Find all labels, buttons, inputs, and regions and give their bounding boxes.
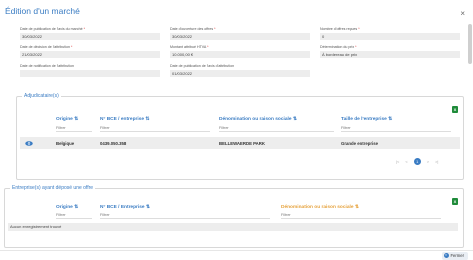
entreprises-section: Entreprise(s) ayant déposé une offre X O… (4, 185, 464, 248)
filter-input-taille[interactable]: Filtrer (341, 125, 451, 132)
field-date-publication-avis: Date de publication de l'avis du marché … (20, 27, 160, 40)
field-label: Date de décision de l'attribution (20, 45, 71, 49)
close-button[interactable]: × Fermer (441, 252, 468, 260)
date-publication-avis-input[interactable]: 30/03/2022 (20, 33, 160, 40)
close-icon[interactable]: × (460, 9, 465, 18)
date-publication-attribution-input[interactable]: 01/03/2022 (170, 70, 310, 77)
pagination: |< <1 > >| (393, 158, 441, 165)
prev-page-button[interactable]: < (405, 159, 407, 164)
close-button-label: Fermer (450, 253, 465, 258)
section-title: Entreprise(s) ayant déposé une offre (10, 185, 96, 191)
filter-input-denomination[interactable]: Filtrer (281, 212, 441, 219)
section-title: Adjudicataire(s) (22, 93, 61, 99)
cell-taille: Grande entreprise (341, 141, 379, 146)
modal-body[interactable]: Date de publication de l'avis du marché … (0, 22, 470, 250)
divider (0, 250, 473, 251)
field-determination-prix: Détermination du prix * À bordereau de p… (320, 45, 460, 58)
field-label: Date de publication de l'avis d'attribut… (170, 64, 235, 68)
scrollbar[interactable] (468, 24, 472, 64)
column-header-denomination[interactable]: Dénomination ou raison sociale ⇅ (281, 205, 359, 210)
field-montant-attribue: Montant attribué HTVA * 10.000,00 € (170, 45, 310, 58)
field-label: Nombre d'offres reçues (320, 27, 358, 31)
required-marker: * (207, 45, 209, 49)
field-date-ouverture: Date d'ouverture des offres * 30/03/2022 (170, 27, 310, 40)
cell-denomination: BELLEWAERDE PARK (219, 141, 265, 146)
field-nombre-offres: Nombre d'offres reçues * 0 (320, 27, 460, 40)
date-notification-input[interactable] (20, 70, 160, 77)
date-ouverture-input[interactable]: 30/03/2022 (170, 33, 310, 40)
filter-input-origine[interactable]: Filtrer (56, 212, 92, 219)
required-marker: * (71, 45, 73, 49)
column-header-taille[interactable]: Taille de l'entreprise ⇅ (341, 117, 392, 122)
eye-icon[interactable] (25, 140, 33, 146)
filter-input-origine[interactable]: Filtrer (56, 125, 92, 132)
empty-message: Aucun enregistrement trouvé (8, 223, 458, 231)
required-marker: * (83, 27, 86, 31)
column-header-denomination[interactable]: Dénomination ou raison sociale ⇅ (219, 117, 297, 122)
field-label: Montant attribué HTVA (170, 45, 207, 49)
required-marker: * (355, 45, 357, 49)
field-date-notification: Date de notification de l'attribution (20, 64, 160, 77)
column-header-bce[interactable]: N° BCE / entreprise ⇅ (100, 117, 149, 122)
field-label: Date d'ouverture des offres (170, 27, 214, 31)
field-label: Date de publication de l'avis du marché (20, 27, 83, 31)
field-date-publication-attribution: Date de publication de l'avis d'attribut… (170, 64, 310, 77)
first-page-button[interactable]: |< (396, 159, 399, 164)
required-marker: * (358, 27, 360, 31)
column-header-origine[interactable]: Origine ⇅ (56, 205, 78, 210)
cell-origine: Belgique (56, 141, 75, 146)
adjudicataires-section: Adjudicataire(s) X Origine ⇅ N° BCE / en… (16, 93, 464, 180)
field-date-decision: Date de décision de l'attribution * 21/0… (20, 45, 160, 58)
last-page-button[interactable]: >| (435, 159, 438, 164)
filter-input-bce[interactable]: Filtrer (100, 212, 270, 219)
filter-input-denomination[interactable]: Filtrer (219, 125, 334, 132)
determination-prix-select[interactable]: À bordereau de prix (320, 51, 460, 58)
date-decision-input[interactable]: 21/03/2022 (20, 51, 160, 58)
column-header-bce[interactable]: N° BCE / Entreprise ⇅ (100, 205, 150, 210)
excel-icon[interactable]: X (452, 198, 458, 205)
montant-attribue-input[interactable]: 10.000,00 € (170, 51, 310, 58)
nombre-offres-input[interactable]: 0 (320, 33, 460, 40)
modal-title: Édition d'un marché (5, 6, 80, 16)
filter-input-bce[interactable]: Filtrer (100, 125, 210, 132)
close-circle-icon: × (443, 253, 449, 259)
page-1-button[interactable]: 1 (413, 158, 421, 165)
field-label: Date de notification de l'attribution (20, 64, 75, 68)
cell-bce: 0439.050.358 (100, 141, 127, 146)
next-page-button[interactable]: > (427, 159, 429, 164)
field-label: Détermination du prix (320, 45, 355, 49)
excel-icon[interactable]: X (452, 106, 458, 113)
required-marker: * (214, 27, 216, 31)
column-header-origine[interactable]: Origine ⇅ (56, 117, 78, 122)
